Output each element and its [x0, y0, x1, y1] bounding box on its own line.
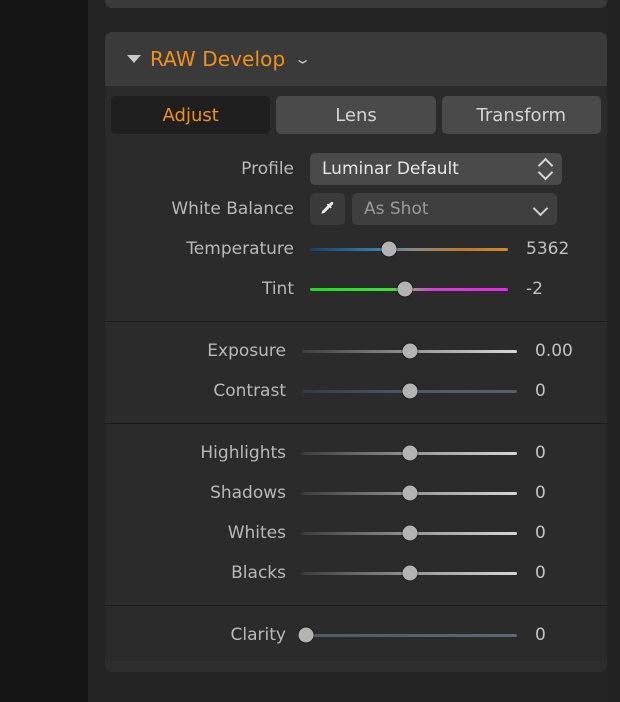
label-contrast: Contrast: [213, 381, 286, 401]
previous-panel-card-partial: [105, 0, 607, 8]
row-temperature: Temperature 5362: [105, 229, 607, 269]
group-tonal-range: Highlights 0 Shadows 0 Whites 0 Blacks 0: [105, 430, 607, 599]
label-profile: Profile: [241, 159, 294, 179]
control-profile: Luminar Default: [310, 153, 607, 185]
canvas-area: [0, 0, 88, 702]
tab-bar: Adjust Lens Transform: [105, 86, 607, 146]
chevron-up-down-icon: [538, 159, 552, 179]
contrast-slider-knob[interactable]: [402, 383, 417, 399]
white-balance-select-value: As Shot: [364, 199, 429, 219]
raw-develop-body: Adjust Lens Transform Profile Luminar De…: [105, 86, 607, 661]
shadows-slider[interactable]: [302, 483, 517, 503]
label-white-balance: White Balance: [171, 199, 294, 219]
divider-3: [105, 605, 607, 606]
tab-transform[interactable]: Transform: [441, 96, 601, 134]
control-shadows: 0: [302, 483, 607, 503]
whites-value: 0: [535, 523, 546, 543]
chevron-down-icon[interactable]: ⌄: [294, 52, 312, 66]
exposure-slider-knob[interactable]: [402, 343, 417, 359]
profile-select[interactable]: Luminar Default: [310, 153, 562, 185]
row-exposure: Exposure 0.00: [105, 331, 607, 371]
blacks-slider[interactable]: [302, 563, 517, 583]
control-contrast: 0: [302, 381, 607, 401]
group-clarity: Clarity 0: [105, 612, 607, 661]
row-highlights: Highlights 0: [105, 433, 607, 473]
page-title: RAW Develop: [150, 47, 286, 71]
whites-slider-knob[interactable]: [402, 525, 417, 541]
control-whites: 0: [302, 523, 607, 543]
control-highlights: 0: [302, 443, 607, 463]
raw-develop-panel: RAW Develop ⌄ Adjust Lens Transform Prof…: [105, 32, 607, 672]
exposure-slider[interactable]: [302, 341, 517, 361]
label-highlights: Highlights: [200, 443, 286, 463]
temperature-value: 5362: [526, 239, 570, 259]
app-root: RAW Develop ⌄ Adjust Lens Transform Prof…: [0, 0, 620, 702]
control-clarity: 0: [298, 625, 607, 645]
white-balance-select[interactable]: As Shot: [352, 193, 557, 225]
label-whites: Whites: [227, 523, 286, 543]
whites-slider[interactable]: [302, 523, 517, 543]
tint-slider[interactable]: [310, 279, 508, 299]
control-blacks: 0: [302, 563, 607, 583]
row-contrast: Contrast 0: [105, 371, 607, 411]
tint-slider-knob[interactable]: [397, 281, 413, 297]
contrast-value: 0: [535, 381, 546, 401]
exposure-value: 0.00: [535, 341, 573, 361]
label-tint: Tint: [261, 279, 294, 299]
blacks-slider-knob[interactable]: [402, 565, 417, 581]
tint-value: -2: [526, 279, 543, 299]
row-white-balance: White Balance As Shot: [105, 189, 607, 229]
temperature-slider-track: [310, 247, 508, 251]
label-exposure: Exposure: [207, 341, 286, 361]
divider-2: [105, 423, 607, 424]
label-shadows: Shadows: [210, 483, 286, 503]
clarity-slider-track: [302, 633, 517, 637]
control-exposure: 0.00: [302, 341, 607, 361]
row-clarity: Clarity 0: [105, 615, 607, 655]
label-blacks: Blacks: [231, 563, 286, 583]
row-tint: Tint -2: [105, 269, 607, 309]
row-profile: Profile Luminar Default: [105, 149, 607, 189]
shadows-slider-knob[interactable]: [402, 485, 417, 501]
group-profile-white-balance: Profile Luminar Default White Balance As…: [105, 146, 607, 315]
eyedropper-button[interactable]: [310, 193, 345, 225]
label-clarity: Clarity: [230, 625, 286, 645]
vertical-scrollbar-track[interactable]: [608, 0, 620, 702]
triangle-down-icon[interactable]: [127, 55, 141, 63]
highlights-slider-knob[interactable]: [402, 445, 417, 461]
control-white-balance: As Shot: [310, 193, 607, 225]
clarity-slider-knob[interactable]: [298, 627, 314, 643]
highlights-slider[interactable]: [302, 443, 517, 463]
temperature-slider-knob[interactable]: [381, 241, 397, 257]
chevron-down-icon: [533, 202, 547, 216]
contrast-slider[interactable]: [302, 381, 517, 401]
tab-lens[interactable]: Lens: [276, 96, 436, 134]
control-temperature: 5362: [310, 239, 607, 259]
raw-develop-header[interactable]: RAW Develop ⌄: [105, 32, 607, 86]
profile-select-value: Luminar Default: [322, 159, 459, 179]
control-tint: -2: [310, 279, 607, 299]
label-temperature: Temperature: [186, 239, 294, 259]
temperature-slider[interactable]: [310, 239, 508, 259]
row-shadows: Shadows 0: [105, 473, 607, 513]
row-whites: Whites 0: [105, 513, 607, 553]
group-exposure-contrast: Exposure 0.00 Contrast 0: [105, 328, 607, 417]
eyedropper-icon: [321, 201, 334, 214]
row-blacks: Blacks 0: [105, 553, 607, 593]
tab-adjust[interactable]: Adjust: [111, 96, 271, 134]
clarity-slider[interactable]: [298, 625, 517, 645]
shadows-value: 0: [535, 483, 546, 503]
blacks-value: 0: [535, 563, 546, 583]
clarity-value: 0: [535, 625, 546, 645]
highlights-value: 0: [535, 443, 546, 463]
divider-1: [105, 321, 607, 322]
